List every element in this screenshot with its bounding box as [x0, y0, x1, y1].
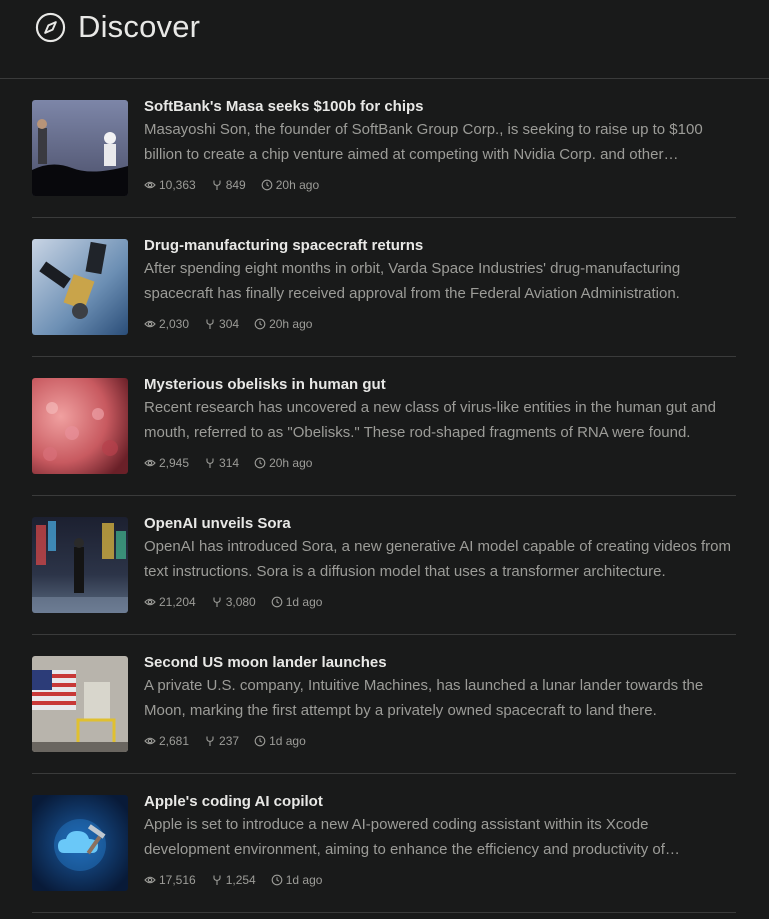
news-item[interactable]: Apple's coding AI copilot Apple is set t… [32, 774, 736, 913]
news-description: Masayoshi Son, the founder of SoftBank G… [144, 121, 703, 163]
news-title[interactable]: Second US moon lander launches [144, 653, 736, 673]
timestamp: 1d ago [285, 595, 323, 609]
news-description: Recent research has uncovered a new clas… [144, 399, 716, 441]
eye-icon [144, 459, 156, 467]
clock-icon [254, 735, 266, 747]
news-thumbnail [32, 378, 128, 474]
timestamp: 1d ago [285, 873, 323, 887]
news-title[interactable]: Mysterious obelisks in human gut [144, 375, 736, 395]
eye-icon [144, 320, 156, 328]
fork-icon [206, 736, 214, 746]
timestamp: 20h ago [275, 178, 320, 192]
news-thumbnail [32, 239, 128, 335]
news-thumbnail [32, 795, 128, 891]
news-thumbnail [32, 656, 128, 752]
fork-icon [206, 458, 214, 468]
news-item[interactable]: OpenAI unveils Sora OpenAI has introduce… [32, 496, 736, 635]
news-item[interactable]: Drug-manufacturing spacecraft returns Af… [32, 218, 736, 357]
fork-icon [213, 597, 221, 607]
news-thumbnail [32, 517, 128, 613]
news-title[interactable]: Drug-manufacturing spacecraft returns [144, 236, 736, 256]
view-count: 10,363 [159, 178, 196, 192]
news-item[interactable]: Second US moon lander launches A private… [32, 635, 736, 774]
discover-feed: SoftBank's Masa seeks $100b for chips Ma… [0, 79, 769, 913]
fork-icon [213, 875, 221, 885]
fork-count: 314 [219, 456, 240, 470]
view-count: 21,204 [159, 595, 196, 609]
fork-count: 849 [225, 178, 246, 192]
timestamp: 20h ago [269, 456, 313, 470]
page-title: Discover [78, 9, 201, 44]
clock-icon [271, 596, 283, 608]
news-meta: 21,204 3,080 1d ago [144, 595, 736, 609]
fork-count: 304 [219, 317, 240, 331]
view-count: 2,945 [159, 456, 190, 470]
timestamp: 1d ago [269, 734, 306, 748]
news-meta: 17,516 1,254 1d ago [144, 873, 736, 887]
news-item[interactable]: SoftBank's Masa seeks $100b for chips Ma… [32, 79, 736, 218]
news-meta: 2,030 304 20h ago [144, 317, 736, 331]
clock-icon [254, 457, 266, 469]
news-description: OpenAI has introduced Sora, a new genera… [144, 538, 732, 580]
fork-count: 3,080 [225, 595, 256, 609]
news-title[interactable]: OpenAI unveils Sora [144, 514, 736, 534]
view-count: 17,516 [159, 873, 196, 887]
eye-icon [144, 737, 156, 745]
news-item[interactable]: Mysterious obelisks in human gut Recent … [32, 357, 736, 496]
clock-icon [271, 874, 283, 886]
fork-count: 237 [219, 734, 240, 748]
view-count: 2,681 [159, 734, 190, 748]
news-description: After spending eight months in orbit, Va… [144, 260, 681, 302]
news-description: Apple is set to introduce a new AI-power… [144, 816, 665, 858]
clock-icon [261, 179, 273, 191]
eye-icon [144, 598, 156, 606]
clock-icon [254, 318, 266, 330]
view-count: 2,030 [159, 317, 190, 331]
news-thumbnail [32, 100, 128, 196]
fork-icon [206, 319, 214, 329]
news-meta: 2,945 314 20h ago [144, 456, 736, 470]
compass-icon [35, 12, 66, 43]
news-title[interactable]: Apple's coding AI copilot [144, 792, 736, 812]
news-meta: 2,681 237 1d ago [144, 734, 736, 748]
news-title[interactable]: SoftBank's Masa seeks $100b for chips [144, 97, 736, 117]
eye-icon [144, 181, 156, 189]
page-header: Discover [0, 0, 769, 79]
fork-count: 1,254 [225, 873, 256, 887]
fork-icon [213, 180, 221, 190]
news-description: A private U.S. company, Intuitive Machin… [144, 677, 704, 719]
eye-icon [144, 876, 156, 884]
news-meta: 10,363 849 20h ago [144, 178, 736, 192]
timestamp: 20h ago [269, 317, 313, 331]
